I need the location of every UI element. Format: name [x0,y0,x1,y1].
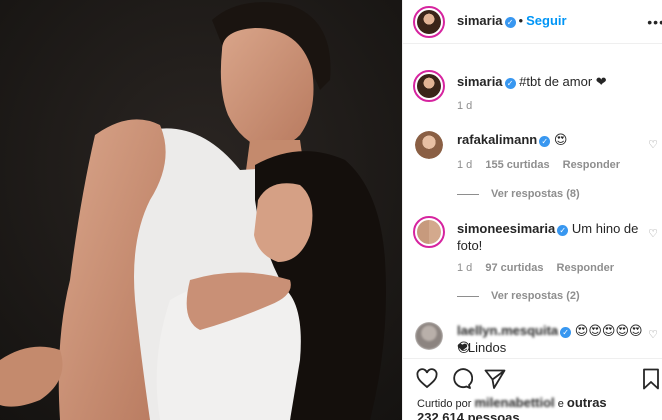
post-header: simaria✓•Seguir ••• [403,0,662,44]
replies-line [457,295,479,297]
comment-age[interactable]: 1 d [457,262,472,274]
view-replies-button[interactable]: Ver respostas (2) [457,290,580,302]
view-replies-label: Ver respostas (2) [491,290,580,302]
comment-item: simoneesimaria ✓ Um hino de foto! [457,220,640,254]
verified-icon: ✓ [504,17,516,28]
comment-likes[interactable]: 155 curtidas [485,159,549,171]
caption: simaria ✓ #tbt de amor ❤ [457,73,644,90]
comment-text-line2: ❤Lindos [457,340,507,355]
reply-button[interactable]: Responder [563,159,620,171]
replies-line [457,193,479,195]
caption-avatar[interactable] [413,70,445,102]
comment-avatar[interactable] [413,216,445,248]
more-options-icon[interactable]: ••• [647,14,662,30]
verified-icon: ✓ [557,225,569,236]
caption-text: #tbt de amor ❤ [519,74,607,89]
likes-prefix: Curtido por [417,398,472,410]
comment-meta: 1 d 97 curtidas Responder [457,262,624,274]
author-avatar[interactable] [413,6,445,38]
comments-panel: simaria✓•Seguir ••• simaria✓ #tbt de amo… [402,0,662,420]
comment-age[interactable]: 1 d [457,159,472,171]
comment-text: 😍 [553,132,568,147]
caption-username[interactable]: simaria [457,74,503,89]
likes-summary: Curtido por milenabettiol e outras 232.6… [417,396,657,420]
share-icon[interactable] [483,367,507,391]
verified-icon: ✓ [539,136,551,147]
couple-photo-illustration [0,0,402,420]
caption-age[interactable]: 1 d [457,100,472,112]
follow-button[interactable]: Seguir [526,13,566,28]
view-replies-label: Ver respostas (8) [491,188,580,200]
heart-outline-icon[interactable]: ♡ [648,227,658,240]
comment-meta: 1 d 155 curtidas Responder [457,159,630,171]
comment-item: rafakalimann ✓ 😍 [457,131,644,148]
liker-username[interactable]: milenabettiol [474,395,554,410]
bookmark-icon[interactable] [639,367,662,391]
heart-outline-icon[interactable]: ♡ [648,328,658,341]
caption-meta: 1 d [457,100,482,112]
verified-icon: ✓ [504,78,516,89]
heart-outline-icon[interactable]: ♡ [648,138,658,151]
post-actions [403,358,662,398]
author-username[interactable]: simaria [457,13,503,28]
comment-icon[interactable] [449,367,473,391]
comment-username[interactable]: simoneesimaria [457,221,555,236]
post-photo[interactable] [0,0,402,420]
comment-avatar[interactable] [415,322,443,350]
likes-conj: e [557,398,564,410]
reply-button[interactable]: Responder [557,262,614,274]
separator-dot: • [518,13,524,28]
view-replies-button[interactable]: Ver respostas (8) [457,188,580,200]
heart-icon[interactable] [415,367,439,391]
comment-likes[interactable]: 97 curtidas [485,262,543,274]
verified-icon: ✓ [560,327,572,338]
comment-avatar[interactable] [415,131,443,159]
comment-username[interactable]: laellyn.mesquita [457,323,558,338]
comment-username[interactable]: rafakalimann [457,132,537,147]
